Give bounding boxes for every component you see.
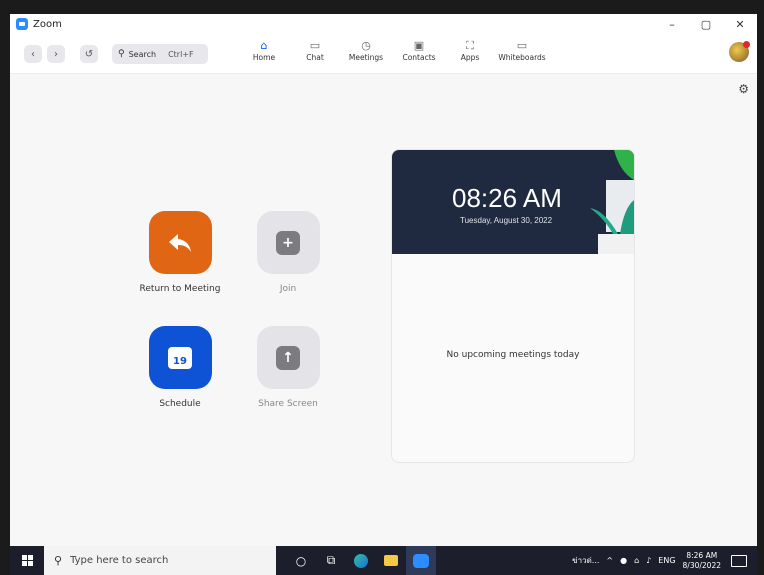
chevron-left-icon: ‹ <box>31 48 35 60</box>
clock-date: Tuesday, August 30, 2022 <box>460 216 553 225</box>
volume-icon[interactable]: ♪ <box>646 556 651 565</box>
taskbar-clock[interactable]: 8:26 AM 8/30/2022 <box>683 551 721 571</box>
join-button[interactable]: + <box>256 211 320 274</box>
taskbar-search-placeholder: Type here to search <box>70 555 169 566</box>
tab-apps[interactable]: ⛶ Apps <box>456 39 484 62</box>
share-screen-button[interactable]: ↑ <box>256 326 320 389</box>
history-icon: ↺ <box>84 48 94 60</box>
zoom-logo-icon <box>16 18 28 30</box>
minimize-button[interactable]: – <box>655 14 689 34</box>
zoom-icon <box>413 553 429 568</box>
tab-label: Contacts <box>402 53 436 62</box>
tab-label: Meetings <box>348 53 384 62</box>
upload-arrow-icon: ↑ <box>276 345 300 370</box>
news-widget[interactable]: ข่าวด่... <box>572 554 599 567</box>
apps-icon: ⛶ <box>466 39 474 52</box>
contacts-icon: ▣ <box>413 39 425 52</box>
tab-meetings[interactable]: ◷ Meetings <box>346 39 386 62</box>
cortana-icon[interactable]: ○ <box>286 546 316 575</box>
system-tray: ข่าวด่... ^ ● ⌂ ♪ ENG 8:26 AM 8/30/2022 <box>572 546 757 575</box>
search-icon: ⚲ <box>118 49 125 59</box>
schedule-label: Schedule <box>159 399 201 409</box>
return-to-meeting-action: Return to Meeting <box>125 211 235 294</box>
folder-icon <box>384 555 398 566</box>
language-indicator[interactable]: ENG <box>658 556 675 565</box>
forward-button[interactable]: › <box>47 45 65 63</box>
notifications-icon[interactable] <box>731 554 747 567</box>
schedule-button[interactable]: 19 <box>148 326 212 389</box>
taskbar-search[interactable]: ⚲ Type here to search <box>44 546 276 575</box>
edge-browser-button[interactable] <box>346 546 376 575</box>
windows-logo-icon <box>21 555 33 566</box>
tab-label: Chat <box>306 53 324 62</box>
calendar-icon: 19 <box>168 346 192 369</box>
tab-label: Whiteboards <box>498 53 546 62</box>
meetings-card: 08:26 AM Tuesday, August 30, 2022 No upc… <box>391 149 635 463</box>
return-arrow-icon <box>169 233 191 252</box>
start-button[interactable] <box>10 546 44 575</box>
zoom-window: Zoom – ▢ ✕ ‹ › ↺ ⚲ Search Ctrl+F ⌂ Home … <box>10 14 757 575</box>
close-button[interactable]: ✕ <box>723 14 757 34</box>
search-shortcut: Ctrl+F <box>168 49 194 59</box>
plus-icon: + <box>276 230 300 255</box>
chevron-right-icon: › <box>54 48 58 60</box>
main-toolbar: ‹ › ↺ ⚲ Search Ctrl+F ⌂ Home ▭ Chat ◷ Me… <box>10 34 757 74</box>
join-action: + Join <box>233 211 343 294</box>
clock-icon: ◷ <box>361 39 371 52</box>
windows-taskbar: ⚲ Type here to search ○ ⧉ ข่าวด่... ^ ● … <box>10 546 757 575</box>
no-meetings-message: No upcoming meetings today <box>446 350 580 360</box>
edge-icon <box>354 553 368 568</box>
whiteboard-icon: ▭ <box>516 39 528 52</box>
title-bar: Zoom – ▢ ✕ <box>10 14 757 34</box>
maximize-button[interactable]: ▢ <box>689 14 723 34</box>
plant-decoration-icon <box>590 150 634 254</box>
home-icon: ⌂ <box>260 39 268 52</box>
history-button[interactable]: ↺ <box>80 45 98 63</box>
schedule-action: 19 Schedule <box>125 326 235 409</box>
taskbar-date: 8/30/2022 <box>682 560 721 570</box>
tab-home[interactable]: ⌂ Home <box>248 39 280 62</box>
window-controls: – ▢ ✕ <box>655 14 757 34</box>
tab-contacts[interactable]: ▣ Contacts <box>399 39 439 62</box>
back-button[interactable]: ‹ <box>24 45 42 63</box>
file-explorer-button[interactable] <box>376 546 406 575</box>
chevron-up-icon[interactable]: ^ <box>606 556 613 565</box>
taskbar-apps: ○ ⧉ <box>286 546 436 575</box>
microphone-icon[interactable]: ● <box>620 556 627 565</box>
share-screen-action: ↑ Share Screen <box>233 326 343 409</box>
avatar[interactable] <box>729 41 750 62</box>
clock-header: 08:26 AM Tuesday, August 30, 2022 <box>392 150 634 254</box>
clock-time: 08:26 AM <box>452 183 562 213</box>
search-button[interactable]: ⚲ Search Ctrl+F <box>112 44 208 64</box>
search-icon: ⚲ <box>54 554 63 567</box>
gear-icon[interactable]: ⚙ <box>738 82 749 96</box>
task-view-icon[interactable]: ⧉ <box>316 546 346 575</box>
return-to-meeting-label: Return to Meeting <box>139 284 221 294</box>
return-to-meeting-button[interactable] <box>148 211 212 274</box>
tab-label: Apps <box>460 53 480 62</box>
taskbar-time: 8:26 AM <box>686 550 718 560</box>
network-icon[interactable]: ⌂ <box>634 556 639 565</box>
tab-whiteboards[interactable]: ▭ Whiteboards <box>494 39 550 62</box>
share-screen-label: Share Screen <box>258 399 318 409</box>
window-title: Zoom <box>33 18 62 30</box>
tab-label: Home <box>252 53 276 62</box>
chat-icon: ▭ <box>309 39 321 52</box>
join-label: Join <box>279 284 297 294</box>
search-label: Search <box>128 49 157 59</box>
tab-chat[interactable]: ▭ Chat <box>300 39 330 62</box>
zoom-taskbar-button[interactable] <box>406 546 436 575</box>
